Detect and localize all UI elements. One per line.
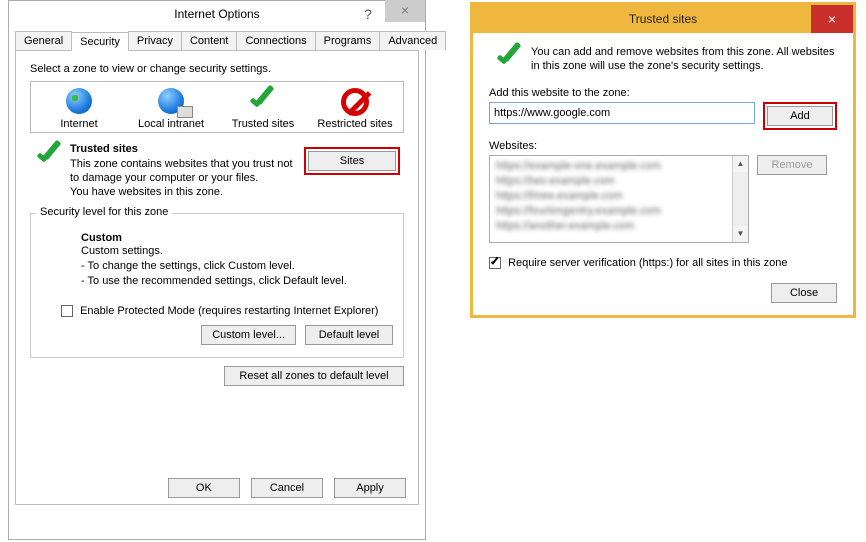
- dialog-button-row: OK Cancel Apply: [160, 478, 406, 498]
- checkmark-icon: [493, 45, 527, 71]
- tab-advanced[interactable]: Advanced: [379, 31, 446, 50]
- require-https-label: Require server verification (https:) for…: [508, 257, 787, 269]
- apply-button[interactable]: Apply: [334, 478, 406, 498]
- list-item[interactable]: https://another.example.com: [496, 219, 742, 234]
- help-icon[interactable]: ?: [355, 1, 381, 27]
- tab-general[interactable]: General: [15, 31, 72, 50]
- add-website-label: Add this website to the zone:: [489, 87, 837, 99]
- enable-protected-mode-checkbox[interactable]: [61, 305, 73, 317]
- security-level-label: Security level for this zone: [36, 206, 172, 218]
- default-level-button[interactable]: Default level: [305, 325, 393, 345]
- websites-listbox[interactable]: https://example-one.example.com https://…: [489, 155, 749, 243]
- zone-instruction: Select a zone to view or change security…: [30, 63, 404, 75]
- custom-level-button[interactable]: Custom level...: [201, 325, 296, 345]
- forbidden-icon: [341, 88, 369, 116]
- security-level-group: Security level for this zone Custom Cust…: [30, 213, 404, 358]
- require-https-row[interactable]: Require server verification (https:) for…: [489, 257, 837, 269]
- list-item[interactable]: https://example-one.example.com: [496, 159, 742, 174]
- close-button[interactable]: Close: [771, 283, 837, 303]
- enable-protected-mode-label: Enable Protected Mode (requires restarti…: [80, 305, 378, 317]
- tab-programs[interactable]: Programs: [315, 31, 381, 50]
- tab-strip: General Security Privacy Content Connect…: [9, 27, 425, 50]
- enable-protected-mode-row[interactable]: Enable Protected Mode (requires restarti…: [61, 305, 393, 317]
- custom-line1: Custom settings.: [81, 244, 393, 259]
- list-item[interactable]: https://three.example.com: [496, 189, 742, 204]
- tab-privacy[interactable]: Privacy: [128, 31, 182, 50]
- require-https-checkbox[interactable]: [489, 257, 501, 269]
- zone-detail-heading: Trusted sites: [70, 143, 300, 155]
- list-item[interactable]: https://two.example.com: [496, 174, 742, 189]
- computer-badge-icon: [177, 106, 193, 118]
- zone-detail-line2: You have websites in this zone.: [70, 185, 300, 199]
- checkmark-icon: [33, 143, 67, 169]
- remove-button[interactable]: Remove: [757, 155, 827, 175]
- globe-icon: [66, 88, 92, 114]
- zone-local-intranet[interactable]: Local intranet: [131, 88, 211, 130]
- zone-restricted-sites-label: Restricted sites: [315, 118, 395, 130]
- tab-content[interactable]: Content: [181, 31, 238, 50]
- trusted-sites-titlebar: Trusted sites ×: [473, 5, 853, 33]
- reset-all-zones-button[interactable]: Reset all zones to default level: [224, 366, 404, 386]
- add-button-highlight: Add: [763, 102, 837, 130]
- zone-internet[interactable]: Internet: [39, 88, 119, 130]
- custom-line2: - To change the settings, click Custom l…: [81, 259, 393, 274]
- security-tab-panel: Select a zone to view or change security…: [15, 50, 419, 505]
- scroll-down-icon[interactable]: ▼: [733, 226, 748, 242]
- tab-security[interactable]: Security: [71, 32, 129, 51]
- internet-options-dialog: Internet Options ? × General Security Pr…: [8, 0, 426, 540]
- close-icon[interactable]: ×: [811, 5, 853, 33]
- zone-selector: Internet Local intranet Trusted sites Re…: [30, 81, 404, 133]
- zone-internet-label: Internet: [39, 118, 119, 130]
- custom-line3: - To use the recommended settings, click…: [81, 274, 393, 289]
- add-website-input[interactable]: [489, 102, 755, 124]
- scroll-up-icon[interactable]: ▲: [733, 156, 748, 172]
- tab-connections[interactable]: Connections: [236, 31, 315, 50]
- zone-trusted-sites-label: Trusted sites: [223, 118, 303, 130]
- zone-detail-line1: This zone contains websites that you tru…: [70, 157, 300, 185]
- add-button[interactable]: Add: [767, 106, 833, 126]
- zone-trusted-sites[interactable]: Trusted sites: [223, 88, 303, 130]
- trusted-sites-dialog: Trusted sites × You can add and remove w…: [470, 2, 856, 318]
- trusted-sites-intro: You can add and remove websites from thi…: [531, 45, 837, 73]
- custom-heading: Custom: [81, 232, 393, 244]
- zone-restricted-sites[interactable]: Restricted sites: [315, 88, 395, 130]
- ok-button[interactable]: OK: [168, 478, 240, 498]
- sites-button-highlight: Sites: [304, 147, 400, 175]
- zone-description: Trusted sites This zone contains website…: [30, 143, 404, 199]
- zone-local-intranet-label: Local intranet: [131, 118, 211, 130]
- sites-button[interactable]: Sites: [308, 151, 396, 171]
- cancel-button[interactable]: Cancel: [251, 478, 323, 498]
- close-icon[interactable]: ×: [385, 0, 425, 22]
- websites-label: Websites:: [489, 140, 837, 152]
- list-item[interactable]: https://fourlongentry.example.com: [496, 204, 742, 219]
- scrollbar[interactable]: ▲ ▼: [732, 156, 748, 242]
- internet-options-title: Internet Options: [174, 7, 259, 21]
- trusted-sites-title: Trusted sites: [629, 12, 697, 26]
- internet-options-titlebar: Internet Options ? ×: [9, 1, 425, 27]
- checkmark-icon: [246, 88, 280, 114]
